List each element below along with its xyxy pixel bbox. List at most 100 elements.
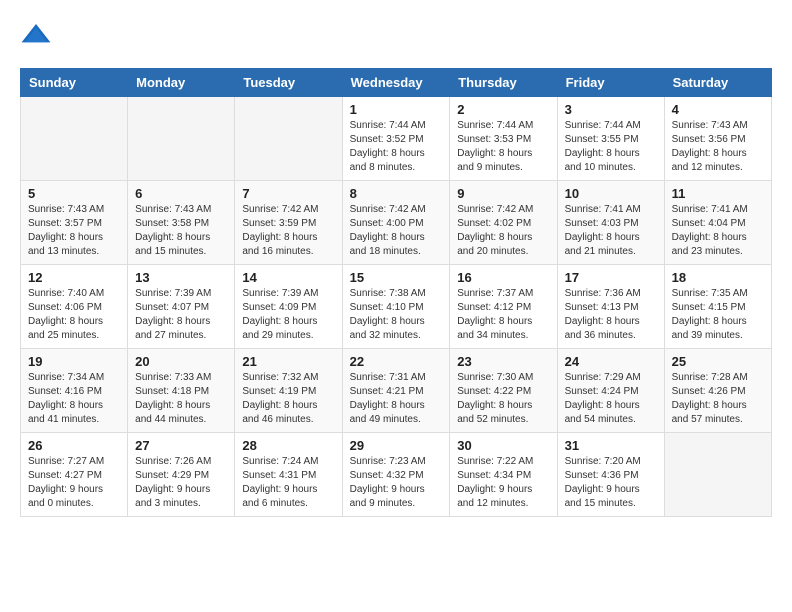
day-number: 8 <box>350 186 443 201</box>
calendar-cell: 1 Sunrise: 7:44 AM Sunset: 3:52 PM Daylig… <box>342 97 450 181</box>
calendar-cell: 29 Sunrise: 7:23 AM Sunset: 4:32 PM Dayli… <box>342 433 450 517</box>
calendar-cell: 14 Sunrise: 7:39 AM Sunset: 4:09 PM Dayli… <box>235 265 342 349</box>
calendar-cell <box>664 433 771 517</box>
calendar-week-row: 12Sunrise: 7:40 AM Sunset: 4:06 PM Dayli… <box>21 265 772 349</box>
day-number: 4 <box>672 102 764 117</box>
day-number: 2 <box>457 102 549 117</box>
calendar-cell: 11 Sunrise: 7:41 AM Sunset: 4:04 PM Dayli… <box>664 181 771 265</box>
day-number: 27 <box>135 438 227 453</box>
calendar-header-row: SundayMondayTuesdayWednesdayThursdayFrid… <box>21 69 772 97</box>
day-info: Sunrise: 7:24 AM Sunset: 4:31 PM Dayligh… <box>242 455 334 511</box>
day-header-thursday: Thursday <box>450 69 557 97</box>
day-number: 28 <box>242 438 334 453</box>
day-header-wednesday: Wednesday <box>342 69 450 97</box>
calendar-cell <box>235 97 342 181</box>
calendar-cell: 7Sunrise: 7:42 AM Sunset: 3:59 PM Daylig… <box>235 181 342 265</box>
day-info: Sunrise: 7:43 AM Sunset: 3:58 PM Dayligh… <box>135 203 227 259</box>
calendar-cell: 21 Sunrise: 7:32 AM Sunset: 4:19 PM Dayli… <box>235 349 342 433</box>
calendar-cell: 5 Sunrise: 7:43 AM Sunset: 3:57 PM Daylig… <box>21 181 128 265</box>
page-header <box>20 20 772 52</box>
day-info: Sunrise: 7:37 AM Sunset: 4:12 PM Dayligh… <box>457 287 549 343</box>
day-info: Sunrise: 7:39 AM Sunset: 4:09 PM Dayligh… <box>242 287 334 343</box>
calendar-cell: 28 Sunrise: 7:24 AM Sunset: 4:31 PM Dayli… <box>235 433 342 517</box>
day-number: 5 <box>28 186 120 201</box>
day-header-friday: Friday <box>557 69 664 97</box>
day-info: Sunrise: 7:42 AM Sunset: 4:00 PM Dayligh… <box>350 203 443 259</box>
logo-icon <box>20 20 52 52</box>
day-number: 11 <box>672 186 764 201</box>
calendar-cell: 8 Sunrise: 7:42 AM Sunset: 4:00 PM Daylig… <box>342 181 450 265</box>
day-number: 22 <box>350 354 443 369</box>
day-info: Sunrise: 7:36 AM Sunset: 4:13 PM Dayligh… <box>565 287 657 343</box>
day-info: Sunrise: 7:44 AM Sunset: 3:55 PM Dayligh… <box>565 119 657 175</box>
day-info: Sunrise: 7:43 AM Sunset: 3:57 PM Dayligh… <box>28 203 120 259</box>
day-header-sunday: Sunday <box>21 69 128 97</box>
calendar-cell: 4 Sunrise: 7:43 AM Sunset: 3:56 PM Daylig… <box>664 97 771 181</box>
day-number: 14 <box>242 270 334 285</box>
calendar-cell <box>21 97 128 181</box>
day-number: 21 <box>242 354 334 369</box>
calendar-cell: 13Sunrise: 7:39 AM Sunset: 4:07 PM Dayli… <box>128 265 235 349</box>
day-info: Sunrise: 7:28 AM Sunset: 4:26 PM Dayligh… <box>672 371 764 427</box>
day-info: Sunrise: 7:20 AM Sunset: 4:36 PM Dayligh… <box>565 455 657 511</box>
day-number: 20 <box>135 354 227 369</box>
day-number: 17 <box>565 270 657 285</box>
day-info: Sunrise: 7:44 AM Sunset: 3:52 PM Dayligh… <box>350 119 443 175</box>
day-info: Sunrise: 7:34 AM Sunset: 4:16 PM Dayligh… <box>28 371 120 427</box>
day-number: 16 <box>457 270 549 285</box>
calendar-cell: 12Sunrise: 7:40 AM Sunset: 4:06 PM Dayli… <box>21 265 128 349</box>
calendar-cell: 17 Sunrise: 7:36 AM Sunset: 4:13 PM Dayli… <box>557 265 664 349</box>
day-info: Sunrise: 7:41 AM Sunset: 4:03 PM Dayligh… <box>565 203 657 259</box>
day-info: Sunrise: 7:22 AM Sunset: 4:34 PM Dayligh… <box>457 455 549 511</box>
day-number: 10 <box>565 186 657 201</box>
day-info: Sunrise: 7:23 AM Sunset: 4:32 PM Dayligh… <box>350 455 443 511</box>
day-info: Sunrise: 7:43 AM Sunset: 3:56 PM Dayligh… <box>672 119 764 175</box>
day-info: Sunrise: 7:33 AM Sunset: 4:18 PM Dayligh… <box>135 371 227 427</box>
calendar-cell: 24 Sunrise: 7:29 AM Sunset: 4:24 PM Dayli… <box>557 349 664 433</box>
day-info: Sunrise: 7:29 AM Sunset: 4:24 PM Dayligh… <box>565 371 657 427</box>
calendar-cell: 31Sunrise: 7:20 AM Sunset: 4:36 PM Dayli… <box>557 433 664 517</box>
day-info: Sunrise: 7:38 AM Sunset: 4:10 PM Dayligh… <box>350 287 443 343</box>
calendar-cell: 23 Sunrise: 7:30 AM Sunset: 4:22 PM Dayli… <box>450 349 557 433</box>
calendar-cell: 26 Sunrise: 7:27 AM Sunset: 4:27 PM Dayli… <box>21 433 128 517</box>
calendar-cell: 16 Sunrise: 7:37 AM Sunset: 4:12 PM Dayli… <box>450 265 557 349</box>
day-number: 24 <box>565 354 657 369</box>
day-header-monday: Monday <box>128 69 235 97</box>
day-info: Sunrise: 7:32 AM Sunset: 4:19 PM Dayligh… <box>242 371 334 427</box>
calendar-cell: 10 Sunrise: 7:41 AM Sunset: 4:03 PM Dayli… <box>557 181 664 265</box>
calendar-cell: 20 Sunrise: 7:33 AM Sunset: 4:18 PM Dayli… <box>128 349 235 433</box>
day-number: 1 <box>350 102 443 117</box>
calendar-week-row: 19 Sunrise: 7:34 AM Sunset: 4:16 PM Dayli… <box>21 349 772 433</box>
logo <box>20 20 56 52</box>
calendar-cell: 30 Sunrise: 7:22 AM Sunset: 4:34 PM Dayli… <box>450 433 557 517</box>
calendar-cell: 2Sunrise: 7:44 AM Sunset: 3:53 PM Daylig… <box>450 97 557 181</box>
day-number: 12 <box>28 270 120 285</box>
day-number: 6 <box>135 186 227 201</box>
calendar-cell <box>128 97 235 181</box>
day-info: Sunrise: 7:42 AM Sunset: 3:59 PM Dayligh… <box>242 203 334 259</box>
day-header-tuesday: Tuesday <box>235 69 342 97</box>
calendar-cell: 9Sunrise: 7:42 AM Sunset: 4:02 PM Daylig… <box>450 181 557 265</box>
day-info: Sunrise: 7:27 AM Sunset: 4:27 PM Dayligh… <box>28 455 120 511</box>
day-number: 30 <box>457 438 549 453</box>
day-number: 19 <box>28 354 120 369</box>
calendar-cell: 6 Sunrise: 7:43 AM Sunset: 3:58 PM Daylig… <box>128 181 235 265</box>
calendar-cell: 3Sunrise: 7:44 AM Sunset: 3:55 PM Daylig… <box>557 97 664 181</box>
day-info: Sunrise: 7:30 AM Sunset: 4:22 PM Dayligh… <box>457 371 549 427</box>
calendar-cell: 19 Sunrise: 7:34 AM Sunset: 4:16 PM Dayli… <box>21 349 128 433</box>
calendar-cell: 22 Sunrise: 7:31 AM Sunset: 4:21 PM Dayli… <box>342 349 450 433</box>
day-number: 18 <box>672 270 764 285</box>
calendar-week-row: 1 Sunrise: 7:44 AM Sunset: 3:52 PM Daylig… <box>21 97 772 181</box>
day-number: 26 <box>28 438 120 453</box>
day-info: Sunrise: 7:31 AM Sunset: 4:21 PM Dayligh… <box>350 371 443 427</box>
day-info: Sunrise: 7:35 AM Sunset: 4:15 PM Dayligh… <box>672 287 764 343</box>
day-info: Sunrise: 7:41 AM Sunset: 4:04 PM Dayligh… <box>672 203 764 259</box>
day-info: Sunrise: 7:26 AM Sunset: 4:29 PM Dayligh… <box>135 455 227 511</box>
day-number: 9 <box>457 186 549 201</box>
calendar-cell: 27 Sunrise: 7:26 AM Sunset: 4:29 PM Dayli… <box>128 433 235 517</box>
day-number: 29 <box>350 438 443 453</box>
day-number: 13 <box>135 270 227 285</box>
calendar-week-row: 26 Sunrise: 7:27 AM Sunset: 4:27 PM Dayli… <box>21 433 772 517</box>
day-number: 25 <box>672 354 764 369</box>
day-number: 23 <box>457 354 549 369</box>
